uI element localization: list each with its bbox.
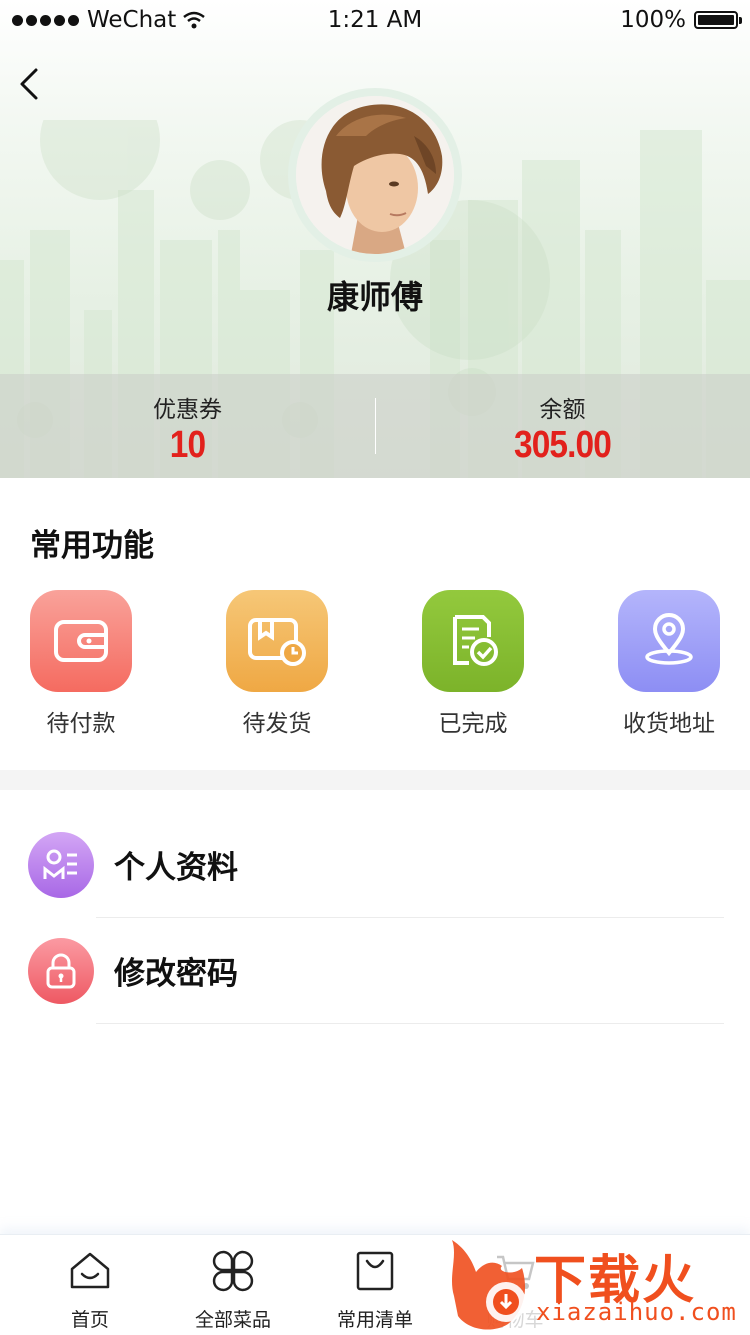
menu-item-change-password[interactable]: 修改密码	[0, 918, 750, 1024]
wallet-icon	[54, 620, 108, 662]
tab-common-list[interactable]: 常用清单	[305, 1235, 445, 1335]
func-label: 待付款	[46, 711, 116, 737]
func-shipping-address[interactable]: 收货地址	[609, 590, 729, 740]
coupon-value: 10	[169, 424, 206, 466]
avatar[interactable]	[296, 96, 454, 254]
flame-logo-icon	[452, 1240, 526, 1330]
tab-all-dishes[interactable]: 全部菜品	[163, 1235, 303, 1335]
battery-icon	[694, 11, 742, 29]
func-pending-shipment[interactable]: 待发货	[217, 590, 337, 740]
menu-item-profile[interactable]: 个人资料	[0, 812, 750, 918]
coupon-label: 优惠券	[153, 397, 222, 423]
shopping-bag-icon	[356, 1251, 394, 1291]
watermark-url: xiazaihuo.com	[536, 1298, 737, 1326]
document-check-icon	[453, 615, 498, 666]
row-divider	[96, 1023, 724, 1024]
tab-label: 常用清单	[336, 1309, 413, 1331]
tab-home[interactable]: 首页	[20, 1235, 160, 1335]
menu-item-label: 个人资料	[114, 850, 238, 886]
profile-card-icon	[43, 849, 77, 879]
stats-bar: 优惠券 10 余额 305.00	[0, 374, 750, 478]
func-label: 待发货	[242, 711, 312, 737]
balance-label: 余额	[539, 397, 586, 423]
tab-label: 首页	[70, 1309, 109, 1331]
func-label: 已完成	[438, 711, 508, 737]
func-label: 收货地址	[623, 711, 715, 737]
coupon-stat[interactable]: 优惠券 10	[0, 374, 375, 478]
menu-item-label: 修改密码	[114, 956, 238, 992]
chevron-left-icon	[20, 68, 38, 100]
watermark-logo: 下载火 xiazaihuo.com	[444, 1236, 750, 1334]
battery-percent: 100%	[620, 7, 686, 33]
section-title-functions: 常用功能	[30, 528, 154, 564]
tab-label: 全部菜品	[194, 1309, 271, 1331]
profile-name: 康师傅	[326, 278, 423, 316]
func-completed[interactable]: 已完成	[413, 590, 533, 740]
status-bar: WeChat 1:21 AM 100%	[0, 0, 750, 40]
home-icon	[70, 1252, 110, 1289]
profile-header: 康师傅 优惠券 10 余额 305.00	[0, 0, 750, 478]
func-pending-payment[interactable]: 待付款	[21, 590, 141, 740]
balance-value: 305.00	[513, 424, 612, 466]
lock-icon	[46, 953, 76, 989]
section-divider	[0, 770, 750, 790]
grid-petals-icon	[212, 1250, 254, 1292]
avatar-ring	[288, 88, 462, 262]
location-pin-icon	[645, 613, 693, 665]
package-clock-icon	[248, 618, 306, 666]
back-button[interactable]	[14, 64, 50, 104]
balance-stat[interactable]: 余额 305.00	[375, 374, 750, 478]
